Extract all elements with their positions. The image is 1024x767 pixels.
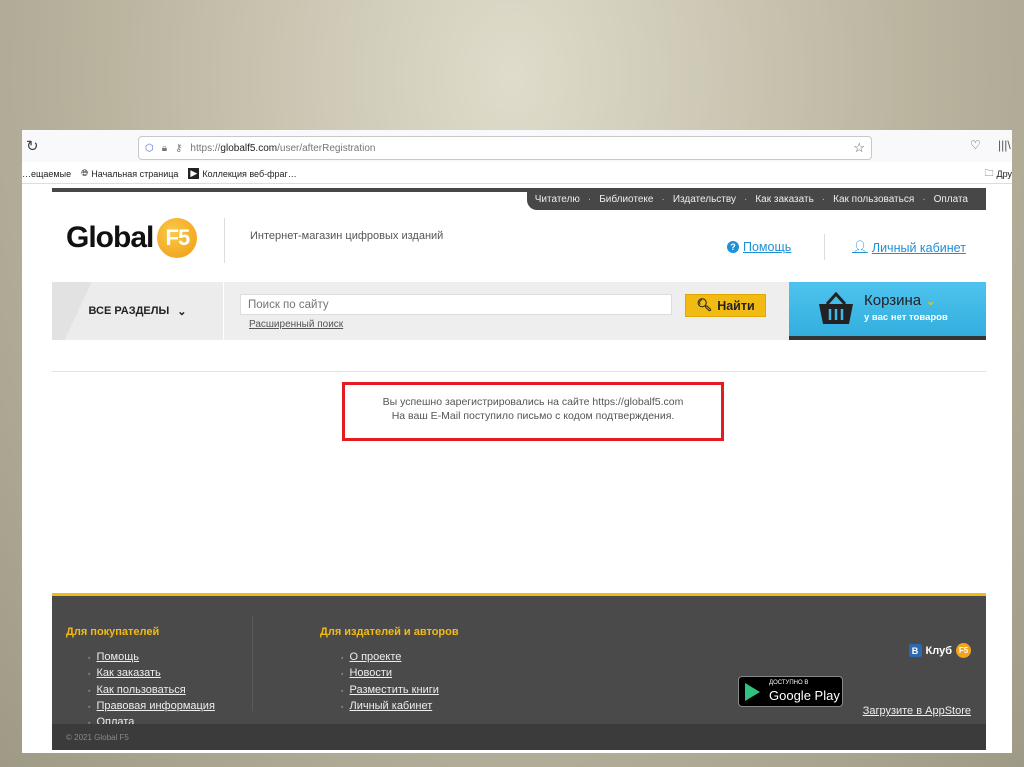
bookmark-item[interactable]: …ещаемые [22,169,71,179]
bookmarks-bar: …ещаемые 🌐︎ Начальная страница ▶ Коллекция… [22,164,1012,184]
vk-icon: B [908,644,922,657]
url-text: https://globalf5.com/user/afterRegistrat… [190,142,376,154]
search-icon: 🔍︎ [696,298,713,312]
help-icon: ? [727,241,739,253]
nav-publishers[interactable]: Издательству [673,194,736,205]
bookmark-item[interactable]: 🌐︎ Начальная страница [81,168,178,179]
search-band: ВСЕ РАЗДЕЛЫ⌄ Расширенный поиск 🔍︎Найти К… [52,282,986,340]
chevron-down-icon: ⌄ [177,305,187,318]
copyright: © 2021 Global F5 [52,724,986,750]
google-play-badge[interactable]: ДОСТУПНО В Google Play [738,676,843,707]
search-button[interactable]: 🔍︎ Найти [685,294,766,317]
pocket-icon[interactable]: ♡ [970,138,981,152]
footer-link-how-to-order[interactable]: Как заказать [88,666,215,682]
logo[interactable]: Global F5 [66,218,198,258]
google-play-icon [745,683,760,701]
tagline: Интернет-магазин цифровых изданий [250,230,444,242]
advanced-search-link[interactable]: Расширенный поиск [249,319,343,330]
footer-link-legal[interactable]: Правовая информация [88,699,214,715]
folder-icon: 🗀 [984,167,994,178]
nav-readers[interactable]: Читателю [535,194,580,205]
registration-message: Вы успешно зарегистрировались на сайте h… [342,382,724,441]
shield-icon: ⬡ [145,142,154,154]
bookmark-item[interactable]: ▶ Коллекция веб-фраг… [188,168,297,179]
top-nav: Читателю · Библиотеке · Издательству · Как … [527,188,986,210]
vk-club-link[interactable]: B Клуб F5 [908,643,971,658]
user-icon: 👤︎ [852,240,868,254]
footer-link-place-books[interactable]: Разместить книги [341,683,438,699]
nav-libraries[interactable]: Библиотеке [599,194,653,205]
footer-link-how-to-use[interactable]: Как пользоваться [88,683,215,699]
basket-icon [819,292,853,324]
lock-icon: 🔒︎ [161,142,168,154]
bookmark-star-icon[interactable]: ☆ [853,140,865,156]
publishers-heading: Для издателей и авторов [320,626,459,638]
globe-icon: 🌐︎ [81,168,89,178]
appstore-link[interactable]: Загрузите в AppStore [863,705,971,717]
all-sections-dropdown[interactable]: ВСЕ РАЗДЕЛЫ ⌄ [52,282,224,340]
address-bar[interactable]: ⬡ 🔒︎ ⚷ https://globalf5.com/user/afterRe… [138,136,872,160]
library-icon[interactable]: |||\ [998,138,1011,152]
buyers-links: Помощь Как заказать Как пользоваться Пра… [88,650,215,731]
buyers-heading: Для покупателей [66,626,160,638]
footer-link-help[interactable]: Помощь [88,650,215,666]
footer-link-about[interactable]: О проекте [341,650,439,666]
help-link[interactable]: ? Помощь [727,240,791,254]
nav-how-to-order[interactable]: Как заказать [755,194,813,205]
footer-link-news[interactable]: Новости [341,666,439,682]
account-link[interactable]: 👤︎ Личный кабинет [852,240,966,255]
webslice-icon: ▶ [188,168,200,179]
footer-link-account[interactable]: Личный кабинет [341,699,439,715]
cart[interactable]: Корзина ⌄ у вас нет товаров [789,282,986,340]
footer: Для покупателей Помощь Как заказать Как … [52,593,986,750]
nav-payment[interactable]: Оплата [934,194,968,205]
nav-how-to-use[interactable]: Как пользоваться [833,194,914,205]
browser-toolbar: ↻ ⬡ 🔒︎ ⚷ https://globalf5.com/user/after… [22,130,1012,162]
key-icon: ⚷ [175,142,183,154]
bookmark-folder[interactable]: 🗀 Дру [984,166,1012,182]
publishers-links: О проекте Новости Разместить книги Личны… [341,650,439,715]
search-input[interactable] [240,294,672,315]
chevron-double-down-icon: ⌄ [925,293,937,308]
reload-icon[interactable]: ↻ [26,137,39,155]
